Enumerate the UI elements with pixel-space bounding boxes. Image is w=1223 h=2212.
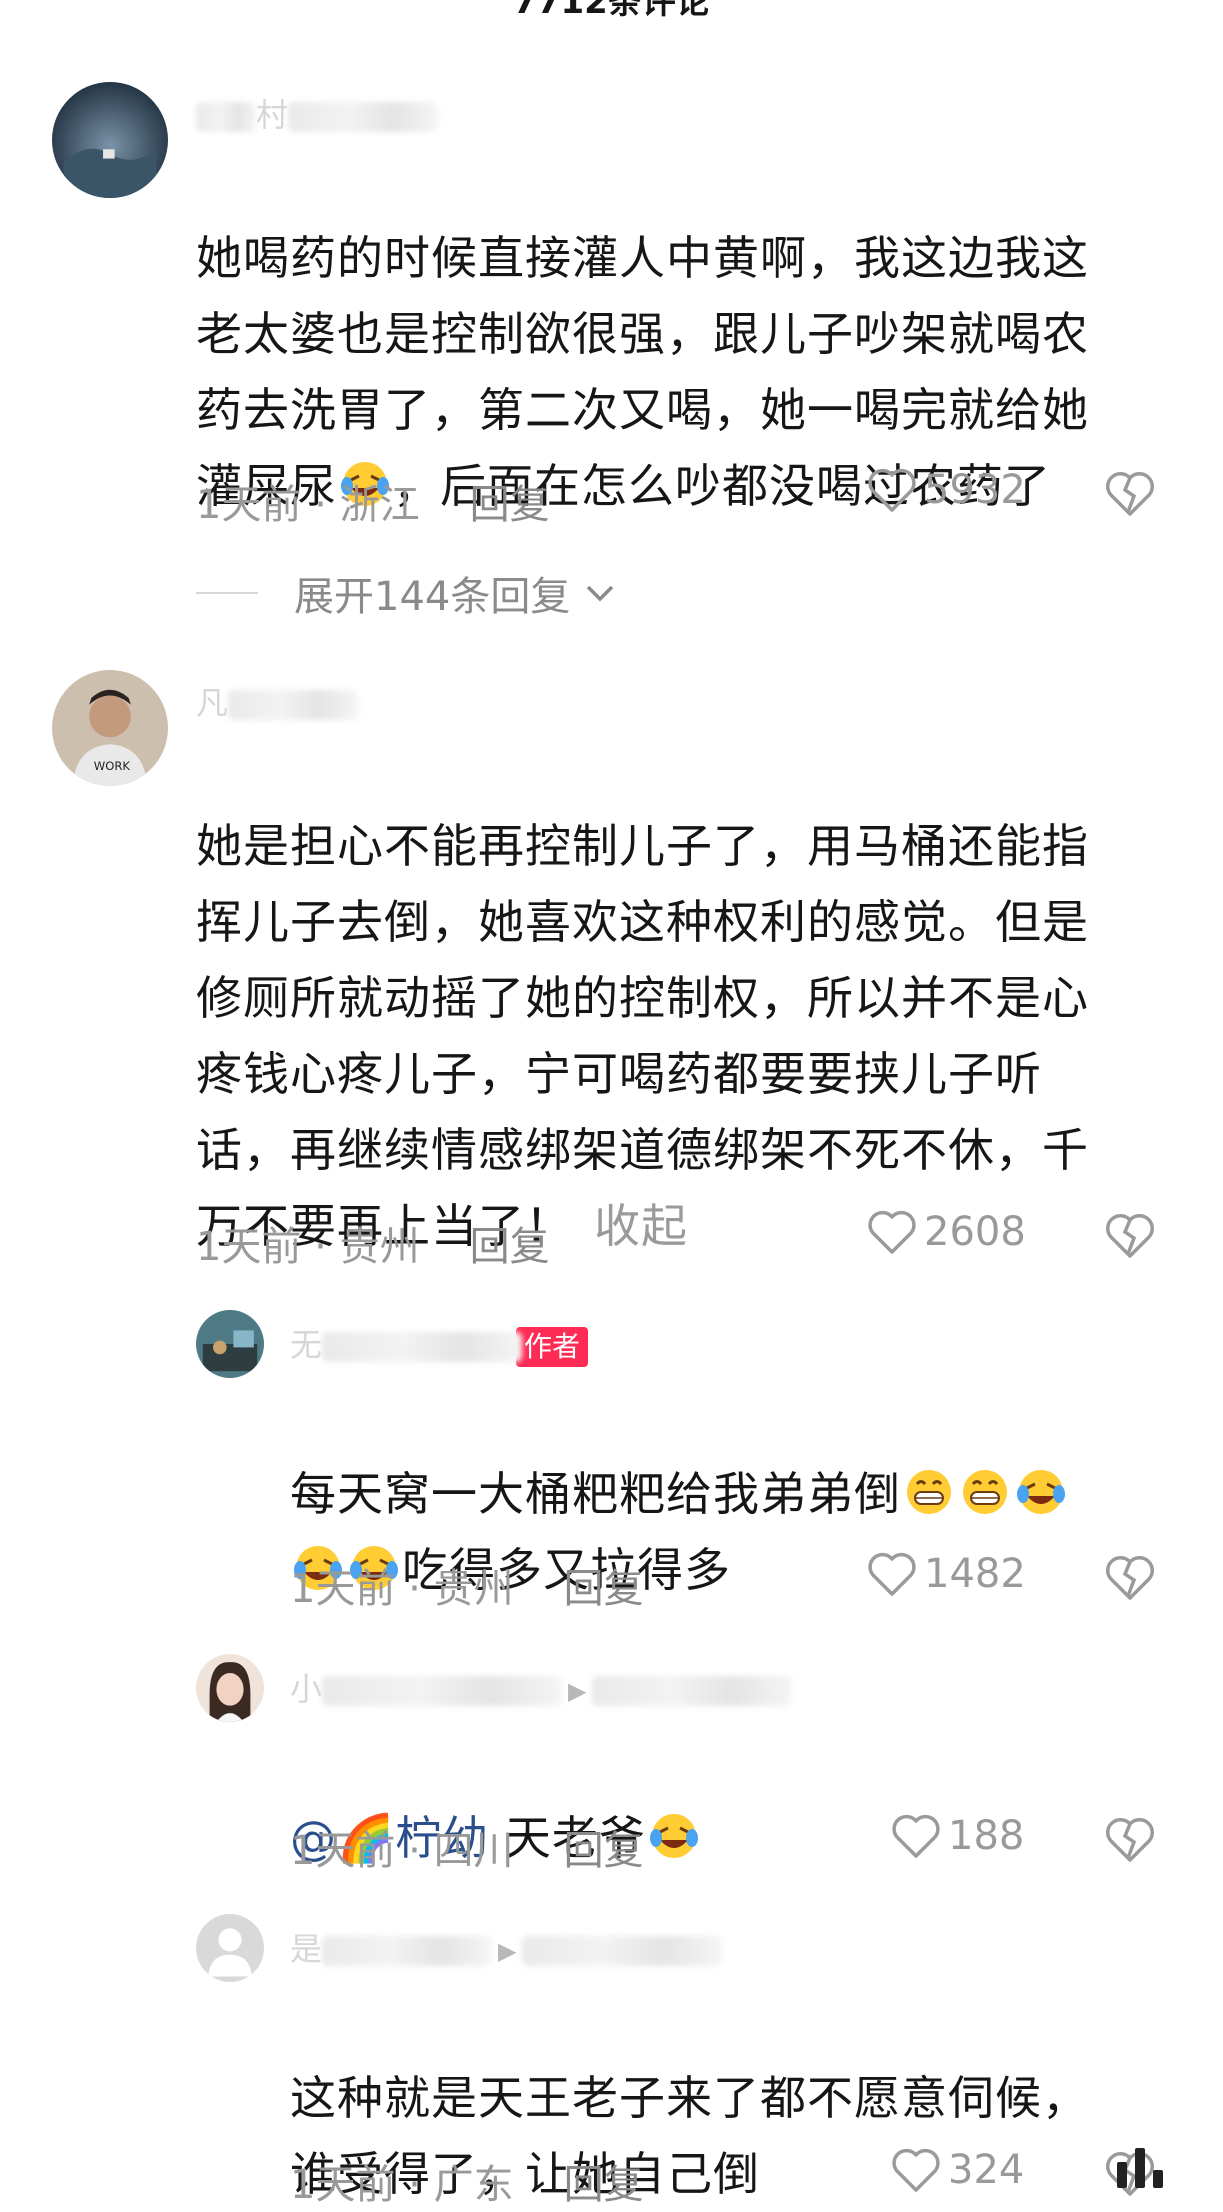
avatar[interactable] (196, 1310, 264, 1378)
laugh-cry-emoji (648, 1810, 700, 1862)
chevron-down-icon (587, 585, 614, 602)
laugh-cry-emoji (1015, 1466, 1067, 1518)
like-button[interactable]: 2608 (866, 1208, 1026, 1256)
reply-arrow-icon: ▶ (568, 1677, 587, 1705)
like-count: 1482 (924, 1551, 1026, 1597)
broken-heart-icon (1106, 1818, 1154, 1862)
like-count: 188 (948, 1813, 1025, 1859)
broken-heart-icon (1106, 1556, 1154, 1600)
avatar[interactable] (196, 1654, 264, 1722)
like-count: 324 (948, 2147, 1025, 2193)
reply-button[interactable]: 回复 (470, 482, 550, 528)
comments-count-title: 7712条评论 (513, 0, 710, 22)
username[interactable]: 村 (196, 90, 439, 136)
comment-meta: 1天前 · 广东 回复 (290, 2162, 644, 2208)
broken-heart-icon (1106, 472, 1154, 516)
reply-button[interactable]: 回复 (470, 1224, 550, 1270)
dislike-button[interactable] (1104, 1210, 1156, 1264)
heart-icon (892, 2148, 940, 2192)
heart-icon (892, 1814, 940, 1858)
heart-icon (868, 1552, 916, 1596)
divider (196, 592, 258, 594)
reply-button[interactable]: 回复 (564, 1566, 644, 1612)
like-count: 2608 (924, 1209, 1026, 1255)
grin-emoji (903, 1466, 955, 1518)
like-button[interactable]: 1482 (866, 1550, 1026, 1598)
dislike-button[interactable] (1104, 1552, 1156, 1606)
username[interactable]: 小 ▶ (290, 1664, 793, 1710)
heart-icon (868, 1210, 916, 1254)
like-button[interactable]: 324 (890, 2146, 1024, 2194)
collapse-button[interactable]: 收起 (594, 1199, 688, 1253)
reply-button[interactable]: 回复 (564, 2162, 644, 2208)
svg-text:WORK: WORK (94, 759, 131, 773)
comment-meta: 1天前 · 贵州 回复 (196, 1224, 550, 1270)
avatar[interactable] (196, 1914, 264, 1982)
grin-emoji (959, 1466, 1011, 1518)
like-count: 5932 (924, 467, 1026, 513)
author-badge: 作者 (516, 1327, 589, 1367)
watermark-logo (1117, 2148, 1163, 2188)
reply-button[interactable]: 回复 (564, 1828, 644, 1874)
like-button[interactable]: 5932 (866, 466, 1026, 514)
avatar[interactable] (52, 82, 168, 198)
dislike-button[interactable] (1104, 468, 1156, 522)
comment-meta: 1天前 · 浙江 回复 (196, 482, 550, 528)
heart-icon (868, 468, 916, 512)
avatar[interactable]: WORK (52, 670, 168, 786)
broken-heart-icon (1106, 1214, 1154, 1258)
comment-meta: 1天前 · 四川 回复 (290, 1828, 644, 1874)
username[interactable]: 凡 (196, 678, 359, 724)
expand-replies-button[interactable]: 展开144条回复 (196, 564, 616, 622)
comment-meta: 1天前 · 贵州 回复 (290, 1566, 644, 1612)
comment-text: 她是担心不能再控制儿子了，用马桶还能指 挥儿子去倒，她喜欢这种权利的感觉。但是 … (196, 819, 1089, 1253)
like-button[interactable]: 188 (890, 1812, 1024, 1860)
username[interactable]: 无作者 (290, 1320, 589, 1367)
username[interactable]: 是 ▶ (290, 1924, 723, 1970)
reply-arrow-icon: ▶ (498, 1937, 517, 1965)
dislike-button[interactable] (1104, 1814, 1156, 1868)
